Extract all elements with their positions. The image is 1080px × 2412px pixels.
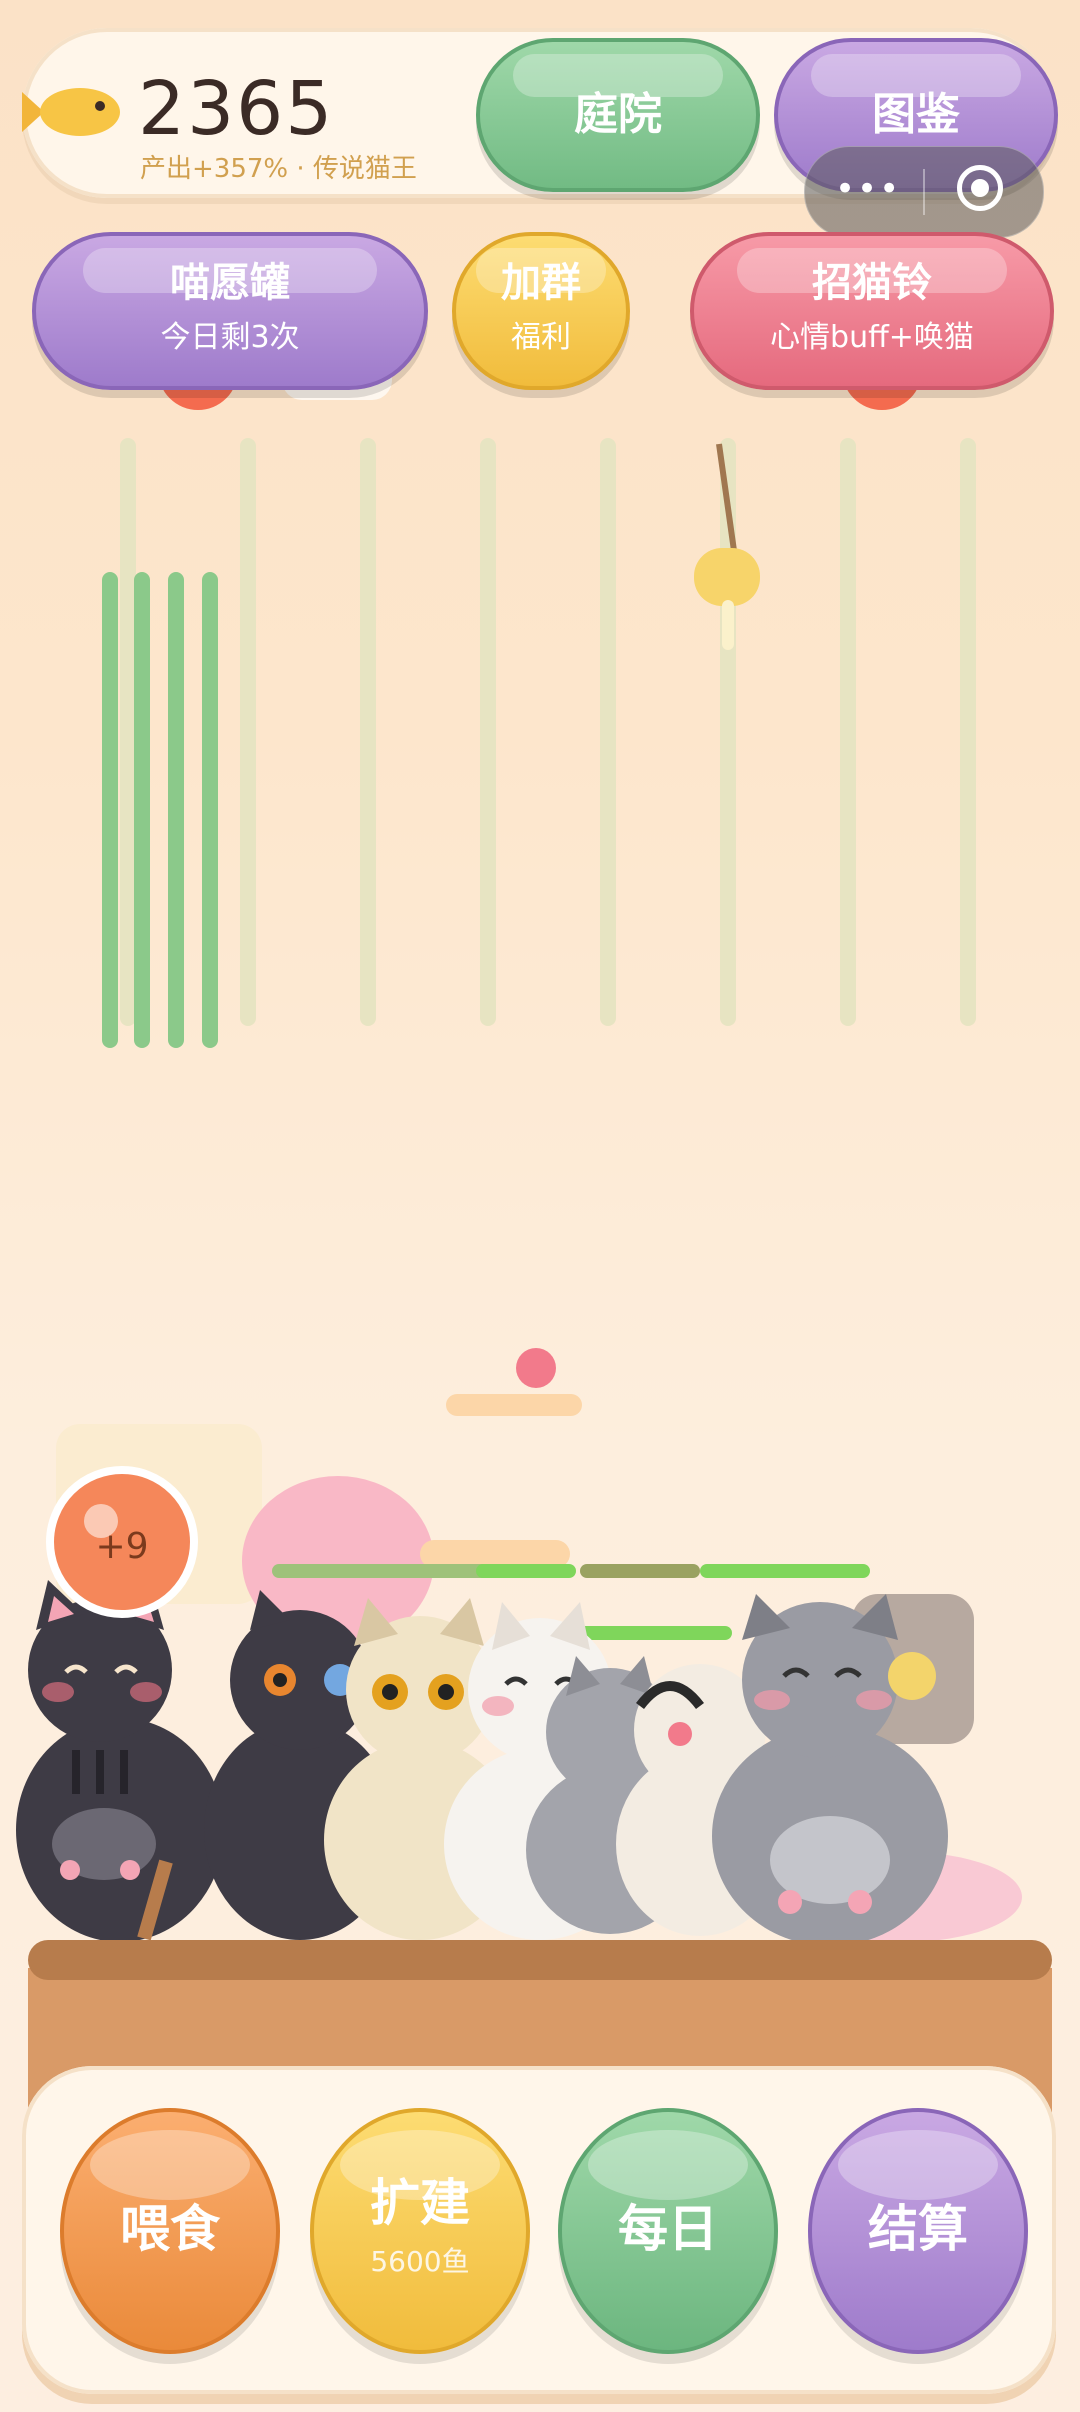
wish-jar-button[interactable]: 喵愿罐 今日剩3次 [32,232,428,390]
gray-cat [712,1594,948,1946]
wish-jar-title: 喵愿罐 [170,260,290,306]
ledge [446,1394,582,1416]
bamboo-track [240,438,256,1026]
more-menu-icon[interactable]: ••• [835,169,901,209]
wish-jar-remaining: 今日剩3次 [160,320,300,355]
hp-bar [700,1564,870,1578]
bamboo-track [360,438,376,1026]
black-cat [16,1580,224,1942]
bamboo-stick [134,572,150,1048]
join-group-title: 加群 [501,260,581,306]
daily-label: 每日 [618,2200,718,2258]
capsule-divider [923,169,925,215]
bamboo-stick [102,572,118,1048]
cat-bell-button[interactable]: 招猫铃 心情buff+唤猫 [690,232,1054,390]
hp-bar [476,1564,576,1578]
bamboo-track [480,438,496,1026]
yard-button-label: 庭院 [574,89,662,140]
mini-program-capsule: ••• [804,146,1044,238]
bamboo-stick [202,572,218,1048]
cat-teaser-tail [722,600,734,650]
bamboo-track [840,438,856,1026]
cats-group[interactable] [0,1580,1080,1960]
table-top [28,1940,1052,1980]
bamboo-track [960,438,976,1026]
expand-label: 扩建 [370,2174,470,2232]
join-group-sub: 福利 [511,320,571,355]
income-bubble[interactable]: +9 [46,1466,198,1618]
yard-button[interactable]: 庭院 [476,38,760,192]
cat-bell-title: 招猫铃 [812,260,932,306]
expand-cost: 5600鱼 [370,2245,470,2278]
settle-label: 结算 [868,2200,968,2258]
toy-ball[interactable] [516,1348,556,1388]
target-icon[interactable] [957,165,1003,211]
settle-button[interactable]: 结算 [808,2108,1028,2354]
bamboo-track [600,438,616,1026]
income-bubble-text: +9 [95,1526,149,1567]
hp-bar [580,1564,700,1578]
expand-button[interactable]: 扩建 5600鱼 [310,2108,530,2354]
cat-bell-sub: 心情buff+唤猫 [770,320,974,355]
fish-icon [22,88,120,136]
feed-button[interactable]: 喂食 [60,2108,280,2354]
fish-count: 2365 [138,66,335,152]
bamboo-stick [168,572,184,1048]
daily-button[interactable]: 每日 [558,2108,778,2354]
feed-label: 喂食 [120,2200,220,2258]
join-group-button[interactable]: 加群 福利 [452,232,630,390]
cat-teaser-bell[interactable] [694,548,760,606]
production-subtitle: 产出+357% · 传说猫王 [140,154,417,184]
